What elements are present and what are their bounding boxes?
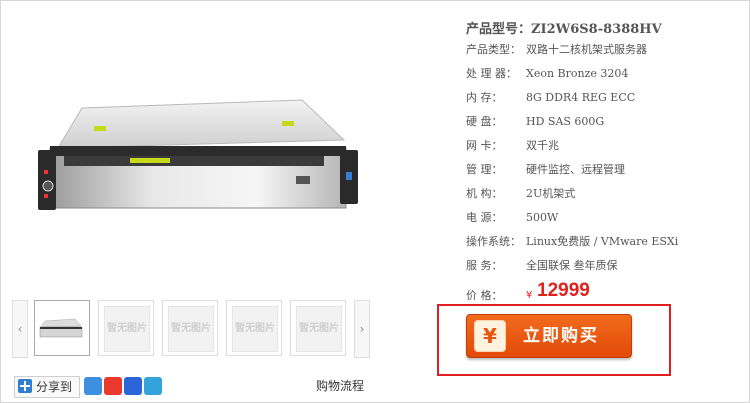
spec-row: 网 卡： 双千兆 xyxy=(466,138,559,154)
spec-value: 500W xyxy=(526,211,559,224)
thumbnail-1[interactable] xyxy=(34,300,90,356)
qzone-icon[interactable] xyxy=(84,377,102,395)
no-image-placeholder: 暂无图片 xyxy=(168,306,214,352)
thumbnail-2[interactable]: 暂无图片 xyxy=(98,300,154,356)
thumbnail-4[interactable]: 暂无图片 xyxy=(226,300,282,356)
server-product-image xyxy=(38,99,358,210)
price-value: 12999 xyxy=(537,280,590,301)
spec-label: 机 构： xyxy=(466,187,503,200)
spec-label: 网 卡： xyxy=(466,139,503,152)
spec-value: 双路十二核机架式服务器 xyxy=(526,43,647,56)
spec-row: 操作系统： Linux免费版 / VMware ESXi xyxy=(466,234,678,250)
share-button[interactable]: 分享到 xyxy=(14,376,80,398)
spec-value: 双千兆 xyxy=(526,139,559,152)
weibo-icon[interactable] xyxy=(104,377,122,395)
yen-icon: ¥ xyxy=(474,320,506,352)
spec-row: 硬 盘： HD SAS 600G xyxy=(466,114,604,130)
no-image-placeholder: 暂无图片 xyxy=(296,306,342,352)
spec-row: 机 构： 2U机架式 xyxy=(466,186,575,202)
no-image-placeholder: 暂无图片 xyxy=(104,306,150,352)
yen-glyph: ¥ xyxy=(483,324,497,348)
spec-label: 管 理： xyxy=(466,163,503,176)
spec-label: 硬 盘： xyxy=(466,115,503,128)
spec-label: 产品类型： xyxy=(466,43,521,56)
thumbnail-5[interactable]: 暂无图片 xyxy=(290,300,346,356)
spec-value: 2U机架式 xyxy=(526,187,576,200)
spec-value: Xeon Bronze 3204 xyxy=(526,67,629,80)
spec-label: 电 源： xyxy=(466,211,503,224)
spec-value: 全国联保 叁年质保 xyxy=(526,259,618,272)
price-label: 价 格： xyxy=(466,289,503,302)
spec-row: 产品类型： 双路十二核机架式服务器 xyxy=(466,42,647,58)
product-model: 产品型号：ZI2W6S8-8388HV xyxy=(466,18,662,37)
spec-row: 服 务： 全国联保 叁年质保 xyxy=(466,258,618,274)
spec-value: Linux免费版 / VMware ESXi xyxy=(526,235,679,248)
thumbnail-3[interactable]: 暂无图片 xyxy=(162,300,218,356)
no-image-placeholder: 暂无图片 xyxy=(232,306,278,352)
plus-icon xyxy=(18,379,32,393)
buy-now-button[interactable]: ¥ 立即购买 xyxy=(466,314,632,358)
spec-label: 服 务： xyxy=(466,259,503,272)
pengyou-icon[interactable] xyxy=(144,377,162,395)
spec-row: 电 源： 500W xyxy=(466,210,558,226)
model-label: 产品型号： xyxy=(466,22,532,37)
spec-row: 管 理： 硬件监控、远程管理 xyxy=(466,162,625,178)
buy-highlight-box: ¥ 立即购买 xyxy=(437,304,671,376)
spec-row: 处 理 器： Xeon Bronze 3204 xyxy=(466,66,628,82)
spec-value: HD SAS 600G xyxy=(526,115,605,128)
model-value: ZI2W6S8-8388HV xyxy=(531,22,662,37)
share-label: 分享到 xyxy=(36,380,73,394)
buy-now-label: 立即购买 xyxy=(523,326,599,346)
spec-label: 内 存： xyxy=(466,91,503,104)
spec-label: 处 理 器： xyxy=(466,67,517,80)
shopping-flow-link[interactable]: 购物流程 xyxy=(316,377,364,394)
spec-value: 8G DDR4 REG ECC xyxy=(526,91,636,104)
thumbnail-prev-button[interactable]: ‹ xyxy=(12,300,28,358)
baidu-icon[interactable] xyxy=(124,377,142,395)
currency-symbol: ¥ xyxy=(526,290,533,301)
spec-value: 硬件监控、远程管理 xyxy=(526,163,625,176)
spec-row: 内 存： 8G DDR4 REG ECC xyxy=(466,90,635,106)
spec-label: 操作系统： xyxy=(466,235,521,248)
server-thumbnail-image xyxy=(39,318,83,338)
thumbnail-next-button[interactable]: › xyxy=(354,300,370,358)
